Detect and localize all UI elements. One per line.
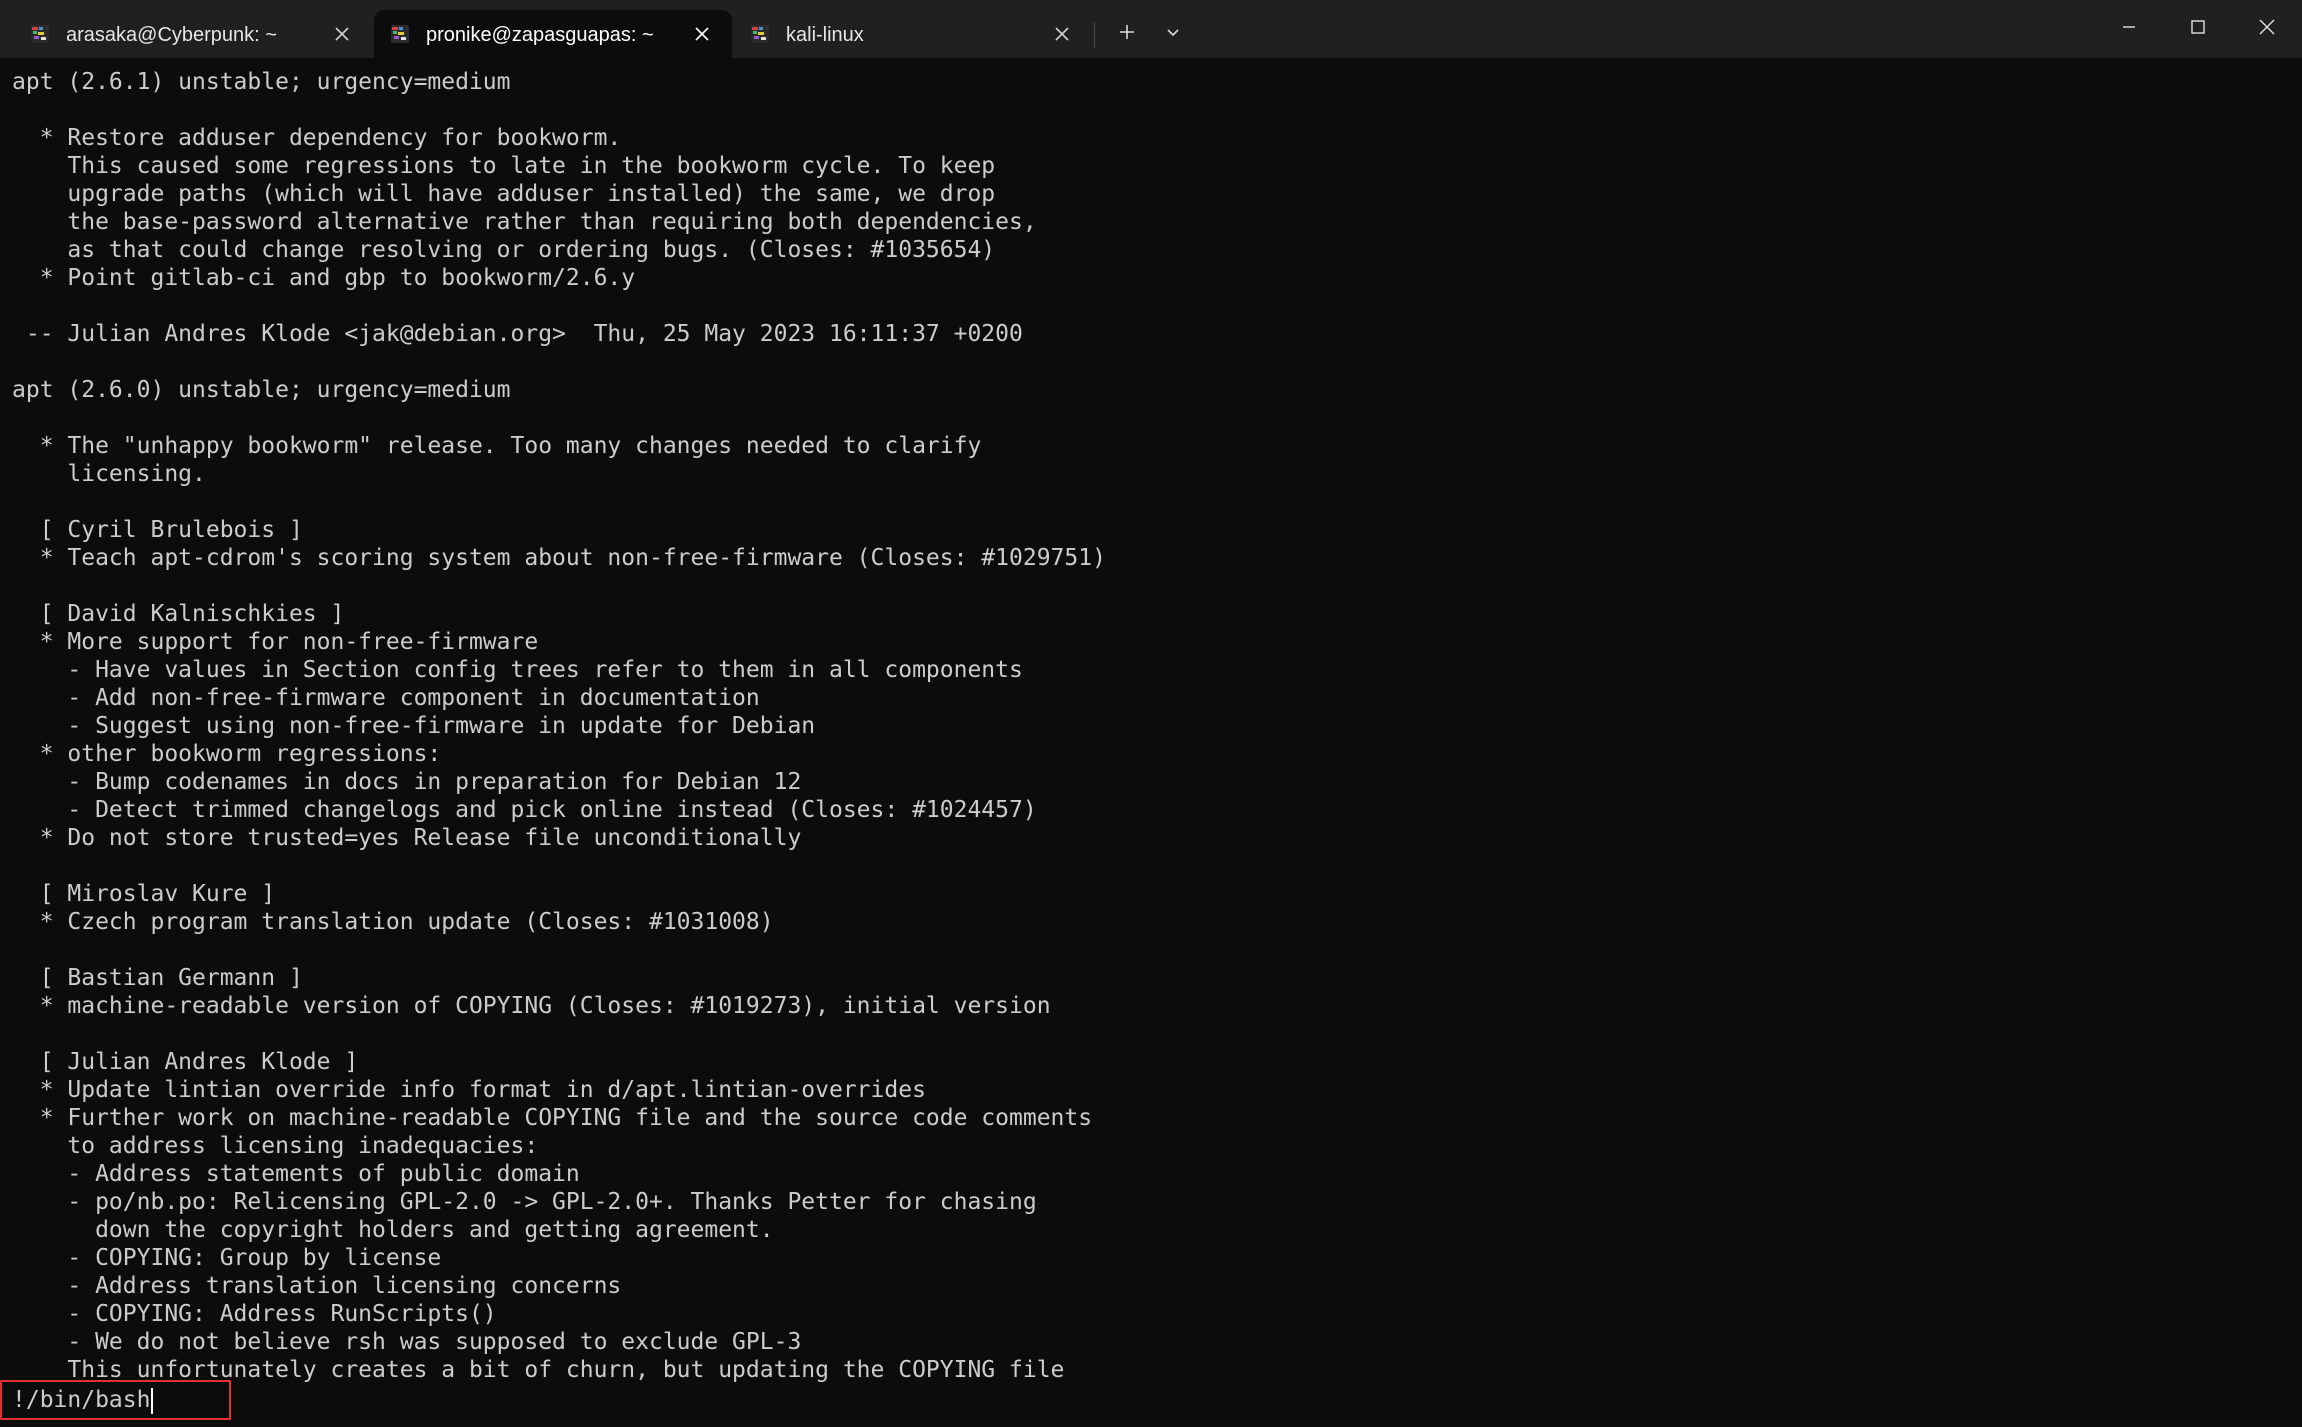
maximize-icon — [2188, 17, 2208, 42]
close-icon — [2257, 17, 2277, 42]
tab-arasaka[interactable]: arasaka@Cyberpunk: ~ — [0, 10, 372, 58]
terminal-line: * Point gitlab-ci and gbp to bookworm/2.… — [12, 265, 636, 291]
terminal-line: - Bump codenames in docs in preparation … — [12, 769, 802, 795]
terminal-line: * Teach apt-cdrom's scoring system about… — [12, 545, 1106, 571]
close-window-button[interactable] — [2233, 0, 2301, 58]
terminal-line: - We do not believe rsh was supposed to … — [12, 1329, 802, 1355]
terminal-line: [ Cyril Brulebois ] — [12, 517, 303, 543]
terminal-line: - Address statements of public domain — [12, 1161, 580, 1187]
terminal-line: to address licensing inadequacies: — [12, 1133, 539, 1159]
terminal-line: - COPYING: Group by license — [12, 1245, 442, 1271]
tab-divider — [1094, 22, 1095, 48]
terminal-line: * Restore adduser dependency for bookwor… — [12, 125, 622, 151]
terminal-line: * The "unhappy bookworm" release. Too ma… — [12, 433, 982, 459]
terminal-line: apt (2.6.1) unstable; urgency=medium — [12, 69, 511, 95]
tab-pronike[interactable]: pronike@zapasguapas: ~ — [374, 10, 732, 58]
terminal-line: - Have values in Section config trees re… — [12, 657, 1023, 683]
minimize-button[interactable] — [2095, 0, 2163, 58]
terminal-line: * other bookworm regressions: — [12, 741, 442, 767]
terminal-line: [ Miroslav Kure ] — [12, 881, 276, 907]
new-tab-button[interactable] — [1109, 16, 1145, 52]
linux-penguin-icon — [390, 24, 410, 44]
terminal-line: as that could change resolving or orderi… — [12, 237, 996, 263]
terminal-line: * Further work on machine-readable COPYI… — [12, 1105, 1093, 1131]
terminal-line: * More support for non-free-firmware — [12, 629, 539, 655]
linux-penguin-icon — [30, 24, 50, 44]
plus-icon — [1117, 22, 1137, 47]
terminal-lines: apt (2.6.1) unstable; urgency=medium * R… — [12, 68, 1106, 1384]
command-input[interactable]: !/bin/bash — [12, 1386, 154, 1414]
terminal-line: - Suggest using non-free-firmware in upd… — [12, 713, 816, 739]
command-input-highlight[interactable]: !/bin/bash — [0, 1380, 231, 1420]
terminal-line: * Do not store trusted=yes Release file … — [12, 825, 802, 851]
minimize-icon — [2119, 17, 2139, 42]
terminal-line: -- Julian Andres Klode <jak@debian.org> … — [12, 321, 1023, 347]
terminal-line: down the copyright holders and getting a… — [12, 1217, 774, 1243]
close-icon[interactable] — [692, 24, 712, 44]
linux-penguin-icon — [750, 24, 770, 44]
terminal-line: - po/nb.po: Relicensing GPL-2.0 -> GPL-2… — [12, 1189, 1037, 1215]
tab-kali-linux[interactable]: kali-linux — [734, 10, 1092, 58]
terminal-line: [ Julian Andres Klode ] — [12, 1049, 359, 1075]
terminal-line: - Detect trimmed changelogs and pick onl… — [12, 797, 1037, 823]
terminal-line: [ Bastian Germann ] — [12, 965, 303, 991]
terminal-line: - COPYING: Address RunScripts() — [12, 1301, 497, 1327]
command-input-text: !/bin/bash — [12, 1387, 151, 1413]
tab-label: kali-linux — [786, 24, 864, 46]
tab-label: arasaka@Cyberpunk: ~ — [66, 24, 277, 46]
maximize-button[interactable] — [2164, 0, 2232, 58]
terminal-line: [ David Kalnischkies ] — [12, 601, 345, 627]
terminal-line: the base-password alternative rather tha… — [12, 209, 1037, 235]
terminal-line: licensing. — [12, 461, 206, 487]
tab-label: pronike@zapasguapas: ~ — [426, 24, 654, 46]
terminal-line: - Add non-free-firmware component in doc… — [12, 685, 760, 711]
terminal-line: - Address translation licensing concerns — [12, 1273, 622, 1299]
close-icon[interactable] — [1052, 24, 1072, 44]
title-bar: arasaka@Cyberpunk: ~ pronike@zapasguapas… — [0, 0, 2302, 58]
terminal-line: apt (2.6.0) unstable; urgency=medium — [12, 377, 511, 403]
text-cursor — [151, 1387, 154, 1414]
terminal-output[interactable]: apt (2.6.1) unstable; urgency=medium * R… — [0, 58, 2302, 1427]
terminal-line: * Update lintian override info format in… — [12, 1077, 926, 1103]
chevron-down-icon — [1164, 23, 1182, 46]
close-icon[interactable] — [332, 24, 352, 44]
terminal-line: This caused some regressions to late in … — [12, 153, 996, 179]
tab-dropdown-button[interactable] — [1155, 16, 1191, 52]
terminal-line: * machine-readable version of COPYING (C… — [12, 993, 1051, 1019]
terminal-line: * Czech program translation update (Clos… — [12, 909, 774, 935]
terminal-line: upgrade paths (which will have adduser i… — [12, 181, 996, 207]
